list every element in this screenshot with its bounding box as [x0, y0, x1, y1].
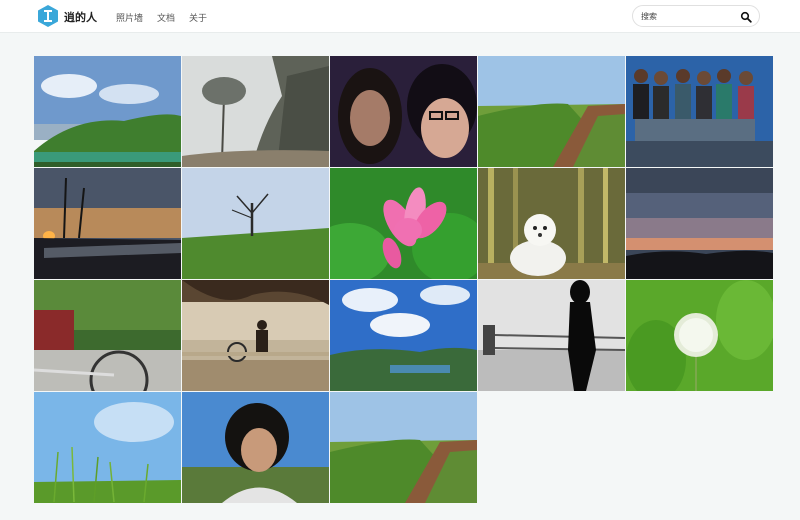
photo-tile[interactable]	[34, 168, 181, 279]
lake-shore-photo	[34, 56, 181, 167]
photo-tile[interactable]	[330, 168, 477, 279]
boy-portrait-photo	[182, 392, 329, 503]
photo-tile[interactable]	[34, 392, 181, 503]
white-puppy-photo	[478, 168, 625, 279]
photo-tile[interactable]	[330, 56, 477, 167]
wheat-field-path-photo	[478, 56, 625, 167]
photo-tile[interactable]	[182, 280, 329, 391]
pink-lotus-photo	[330, 168, 477, 279]
group-of-kids-photo	[626, 56, 773, 167]
photo-tile[interactable]	[626, 280, 773, 391]
dusk-sky-photo	[626, 168, 773, 279]
photo-tile[interactable]	[478, 168, 625, 279]
grass-sky-photo	[34, 392, 181, 503]
lone-tree-field-photo	[182, 168, 329, 279]
photo-tile[interactable]	[330, 392, 477, 503]
field-path-photo	[330, 392, 477, 503]
sunset-bare-tree-photo	[34, 168, 181, 279]
photo-tile[interactable]	[478, 56, 625, 167]
dandelion-photo	[626, 280, 773, 391]
couple-selfie-photo	[330, 56, 477, 167]
navbar: 逍的人 照片墙 文档 关于	[0, 0, 800, 33]
search-box	[632, 5, 760, 27]
photo-tile[interactable]	[330, 280, 477, 391]
photo-tile[interactable]	[182, 168, 329, 279]
nav-photo-wall[interactable]: 照片墙	[116, 11, 143, 24]
site-name[interactable]: 逍的人	[64, 9, 97, 25]
photo-tile[interactable]	[626, 168, 773, 279]
logo-icon[interactable]	[38, 5, 58, 27]
nav-docs[interactable]: 文档	[157, 11, 175, 24]
blue-sky-lake-photo	[330, 280, 477, 391]
photo-tile[interactable]	[182, 392, 329, 503]
photo-tile[interactable]	[626, 56, 773, 167]
bicycle-park-photo	[34, 280, 181, 391]
search-input[interactable]	[641, 10, 737, 23]
photo-tile[interactable]	[478, 280, 625, 391]
nav-about[interactable]: 关于	[189, 11, 207, 24]
photo-grid	[34, 56, 774, 503]
silhouette-girl-photo	[478, 280, 625, 391]
photo-tile[interactable]	[34, 280, 181, 391]
photo-tile[interactable]	[182, 56, 329, 167]
sepia-riverbank-photo	[182, 280, 329, 391]
misty-tree-photo	[182, 56, 329, 167]
search-icon[interactable]	[740, 11, 752, 23]
photo-tile[interactable]	[34, 56, 181, 167]
